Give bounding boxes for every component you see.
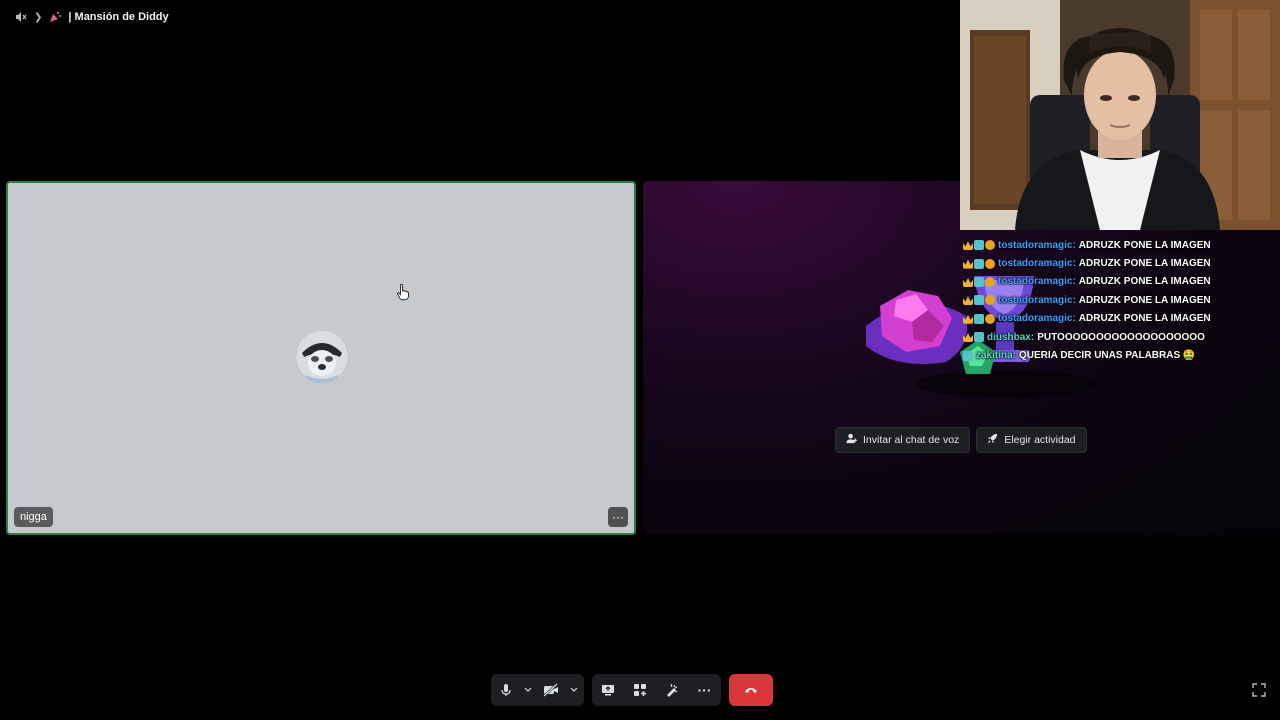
soundboard-icon[interactable] [656,674,688,706]
crown-badge-icon [963,241,973,251]
call-controls: ··· [0,674,1280,706]
crown-badge-icon [963,259,973,269]
chat-message: ADRUZK PONE LA IMAGEN [1078,239,1211,251]
grid-badge-icon [974,240,984,251]
coin-badge-icon [985,313,995,324]
chat-line: diushbax: PUTOOOOOOOOOOOOOOOOOOO [963,328,1280,346]
chat-username: diushbax: [987,331,1035,343]
chat-username: tostadoramagic: [998,276,1076,288]
chat-line: tostadoramagic: ADRUZK PONE LA IMAGEN [963,310,1280,328]
chat-message: PUTOOOOOOOOOOOOOOOOOOO [1037,331,1205,343]
grid-badge-icon [974,258,984,269]
grid-badge-icon [974,295,984,306]
chat-username: zakitina: [976,350,1017,362]
dog-avatar-icon [296,331,348,383]
speaker-muted-icon[interactable] [14,10,28,24]
chat-line: tostadoramagic: ADRUZK PONE LA IMAGEN [963,291,1280,309]
channel-name: | Mansión de Diddy [68,11,169,23]
add-person-icon [846,433,857,447]
hang-up-icon [745,688,757,693]
chat-message: ADRUZK PONE LA IMAGEN [1078,258,1211,270]
participant-name: nigga [14,507,53,527]
chat-line: zakitina: QUERIA DECIR UNAS PALABRAS 🤮 [963,346,1280,364]
grid-badge-icon [974,332,984,343]
choose-activity-label: Elegir actividad [1004,434,1076,446]
chat-line: tostadoramagic: ADRUZK PONE LA IMAGEN [963,254,1280,272]
chat-message: ADRUZK PONE LA IMAGEN [1078,294,1211,306]
crown-badge-icon [963,314,973,324]
camera-options-chevron-down-icon[interactable] [567,674,581,706]
camera-off-icon[interactable] [535,674,567,706]
screen-share-icon[interactable] [592,674,624,706]
choose-activity-button[interactable]: Elegir actividad [976,427,1087,453]
coin-badge-icon [985,295,995,306]
participant-more-button[interactable]: ··· [608,507,628,527]
audio-video-group [491,674,584,706]
hand-cursor-icon [397,283,409,301]
coin-badge-icon [985,240,995,251]
chat-message: QUERIA DECIR UNAS PALABRAS 🤮 [1019,350,1196,362]
activities-icon[interactable] [624,674,656,706]
chat-line: tostadoramagic: ADRUZK PONE LA IMAGEN [963,273,1280,291]
crown-badge-icon [963,277,973,287]
more-options-icon[interactable]: ··· [688,674,721,706]
mic-options-chevron-down-icon[interactable] [521,674,535,706]
chat-username: tostadoramagic: [998,258,1076,270]
chevron-right-icon: ❯ [34,11,43,23]
grid-badge-icon [963,350,973,361]
coin-badge-icon [985,258,995,269]
fullscreen-icon[interactable] [1251,682,1267,698]
grid-badge-icon [974,276,984,287]
streamer-webcam [960,0,1280,230]
microphone-icon[interactable] [491,674,521,706]
coin-badge-icon [985,276,995,287]
crown-badge-icon [963,333,973,343]
grid-badge-icon [974,313,984,324]
hang-up-button[interactable] [729,674,773,706]
participant-tile[interactable]: nigga ··· [6,181,636,535]
channel-header: ❯ | Mansión de Diddy [14,8,169,26]
chat-message: ADRUZK PONE LA IMAGEN [1078,313,1211,325]
crown-badge-icon [963,296,973,306]
chat-line: tostadoramagic: ADRUZK PONE LA IMAGEN [963,236,1280,254]
party-popper-icon [48,10,62,24]
actions-group: ··· [592,674,721,706]
chat-username: tostadoramagic: [998,294,1076,306]
rocket-icon [987,433,998,447]
chat-username: tostadoramagic: [998,239,1076,251]
invite-to-voice-label: Invitar al chat de voz [863,434,960,446]
stream-chat-overlay: tostadoramagic: ADRUZK PONE LA IMAGEN to… [963,236,1280,365]
chat-username: tostadoramagic: [998,313,1076,325]
chat-message: ADRUZK PONE LA IMAGEN [1078,276,1211,288]
invite-to-voice-button[interactable]: Invitar al chat de voz [835,427,971,453]
